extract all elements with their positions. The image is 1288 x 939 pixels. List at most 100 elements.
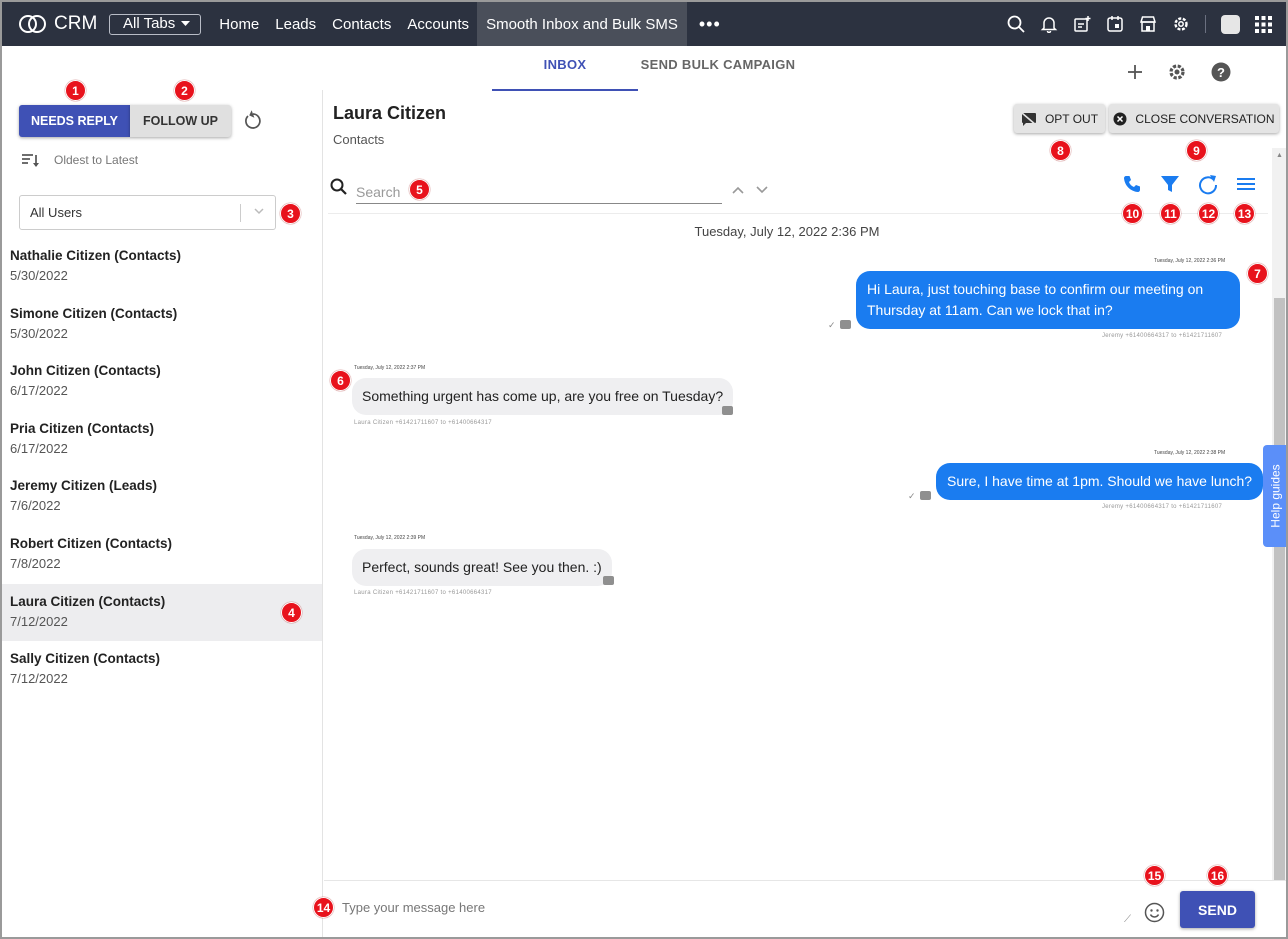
reset-icon[interactable] xyxy=(244,110,262,130)
follow-up-button[interactable]: FOLLOW UP xyxy=(130,105,231,137)
logo-text: CRM xyxy=(54,13,98,34)
bell-icon[interactable] xyxy=(1040,15,1058,33)
phone-icon[interactable] xyxy=(1120,172,1143,195)
opt-out-label: OPT OUT xyxy=(1044,111,1099,126)
more-tabs-icon[interactable]: ••• xyxy=(699,14,721,35)
settings-icon[interactable] xyxy=(1172,15,1190,33)
nav-right-icons xyxy=(1007,2,1272,46)
conversation-list: Nathalie Citizen (Contacts) 5/30/2022 Sim… xyxy=(2,238,322,699)
list-item[interactable]: Sally Citizen (Contacts) 7/12/2022 xyxy=(2,641,322,699)
conversation-date: 5/30/2022 xyxy=(10,325,68,341)
annotation-badge: 14 xyxy=(313,897,334,918)
plus-icon[interactable] xyxy=(1127,64,1143,80)
resize-handle-icon[interactable]: ⟋ xyxy=(1124,914,1131,925)
needs-reply-button[interactable]: NEEDS REPLY xyxy=(19,105,130,137)
gear-icon[interactable] xyxy=(1167,62,1187,82)
nav-contacts[interactable]: Contacts xyxy=(324,2,399,46)
opt-out-button[interactable]: OPT OUT xyxy=(1014,104,1105,133)
conversation-name: Sally Citizen (Contacts) xyxy=(10,651,161,667)
crm-logo-icon xyxy=(19,15,46,33)
check-icon: ✓ xyxy=(828,320,836,330)
sort-control[interactable]: Oldest to Latest xyxy=(22,153,138,167)
conversation-date: 5/30/2022 xyxy=(10,268,68,283)
apps-grid-icon[interactable] xyxy=(1255,15,1272,33)
refresh-icon[interactable] xyxy=(1196,172,1219,195)
annotation-badge: 13 xyxy=(1234,203,1255,224)
annotation-badge: 12 xyxy=(1198,203,1219,224)
message-meta: Jeremy +61400664317 to +61421711607 xyxy=(1102,504,1223,510)
annotation-badge: 4 xyxy=(281,602,302,623)
marketplace-icon[interactable] xyxy=(1139,15,1157,33)
list-item[interactable]: Jeremy Citizen (Leads) 7/6/2022 xyxy=(2,468,322,526)
annotation-badge: 9 xyxy=(1186,140,1207,161)
sms-icon xyxy=(840,320,851,329)
nav-leads[interactable]: Leads xyxy=(267,2,324,46)
chevron-up-icon[interactable] xyxy=(732,186,744,194)
conversation-date: 7/6/2022 xyxy=(10,498,61,514)
all-tabs-dropdown[interactable]: All Tabs xyxy=(109,13,202,35)
annotation-badge: 16 xyxy=(1207,865,1228,886)
add-record-icon[interactable] xyxy=(1073,15,1091,33)
message-timestamp: Tuesday, July 12, 2022 2:39 PM xyxy=(354,535,426,541)
close-conversation-button[interactable]: CLOSE CONVERSATION xyxy=(1109,104,1279,133)
calendar-icon[interactable] xyxy=(1106,15,1124,33)
annotation-badge: 6 xyxy=(330,370,351,391)
user-filter-value: All Users xyxy=(30,205,83,220)
help-guides-tab[interactable]: Help guides xyxy=(1263,445,1286,547)
chevron-down-icon xyxy=(254,208,264,215)
tab-send-bulk-campaign[interactable]: SEND BULK CAMPAIGN xyxy=(638,57,798,91)
list-item-selected[interactable]: Laura Citizen (Contacts) 7/12/2022 xyxy=(2,583,322,642)
tab-inbox[interactable]: INBOX xyxy=(492,57,638,91)
nav-smooth-inbox[interactable]: Smooth Inbox and Bulk SMS xyxy=(477,2,687,46)
message-composer: ⟋ SEND xyxy=(324,880,1286,937)
nav-accounts[interactable]: Accounts xyxy=(399,2,477,46)
emoji-icon[interactable] xyxy=(1144,902,1165,923)
list-item[interactable]: Simone Citizen (Contacts) 5/30/2022 xyxy=(2,296,322,354)
search-icon xyxy=(330,178,347,195)
close-conversation-label: CLOSE CONVERSATION xyxy=(1135,111,1275,126)
outgoing-message: Sure, I have time at 1pm. Should we have… xyxy=(936,463,1264,500)
conversation-name: Jeremy Citizen (Leads) xyxy=(10,478,158,494)
annotation-badge: 8 xyxy=(1050,140,1071,161)
no-message-icon xyxy=(1021,111,1037,126)
outgoing-message: Hi Laura, just touching base to confirm … xyxy=(856,271,1240,329)
sort-label: Oldest to Latest xyxy=(54,153,139,167)
nav-home[interactable]: Home xyxy=(211,2,267,46)
menu-icon[interactable] xyxy=(1234,172,1257,195)
annotation-badge: 10 xyxy=(1122,203,1143,224)
annotation-badge: 3 xyxy=(280,203,301,224)
search-icon[interactable] xyxy=(1007,15,1025,33)
conversation-name: Nathalie Citizen (Contacts) xyxy=(10,248,182,263)
list-item[interactable]: John Citizen (Contacts) 6/17/2022 xyxy=(2,353,322,411)
message-timestamp: Tuesday, July 12, 2022 2:36 PM xyxy=(1154,258,1226,264)
annotation-badge: 2 xyxy=(174,80,195,101)
conversation-date: 7/8/2022 xyxy=(10,555,61,571)
annotation-badge: 11 xyxy=(1160,203,1181,224)
list-item[interactable]: Nathalie Citizen (Contacts) 5/30/2022 xyxy=(2,238,322,296)
view-tabs: INBOX SEND BULK CAMPAIGN xyxy=(492,57,798,91)
incoming-message: Perfect, sounds great! See you then. :) xyxy=(352,549,612,586)
scrollbar-thumb[interactable] xyxy=(1274,298,1285,880)
conversation-date: 7/12/2022 xyxy=(10,671,68,687)
annotation-badge: 7 xyxy=(1247,263,1268,284)
contact-name: Laura Citizen xyxy=(333,103,447,123)
scroll-up-icon[interactable]: ▲ xyxy=(1276,152,1283,159)
send-button[interactable]: SEND xyxy=(1180,891,1255,928)
conversation-date: 7/12/2022 xyxy=(10,613,68,629)
help-icon[interactable]: ? xyxy=(1211,62,1231,82)
app-window: CRM All Tabs Home Leads Contacts Account… xyxy=(0,0,1288,939)
sms-icon xyxy=(603,576,614,585)
list-item[interactable]: Robert Citizen (Contacts) 7/8/2022 xyxy=(2,526,322,584)
help-guides-label: Help guides xyxy=(1269,464,1283,528)
list-item[interactable]: Pria Citizen (Contacts) 6/17/2022 xyxy=(2,411,322,469)
crm-logo[interactable]: CRM xyxy=(18,13,106,35)
chevron-down-icon[interactable] xyxy=(756,186,768,194)
caret-down-icon xyxy=(181,20,191,26)
user-avatar[interactable] xyxy=(1221,14,1240,34)
message-input[interactable] xyxy=(342,900,742,915)
svg-text:?: ? xyxy=(1217,65,1225,80)
annotation-badge: 15 xyxy=(1144,865,1165,886)
day-header: Tuesday, July 12, 2022 2:36 PM xyxy=(694,224,880,239)
filter-icon[interactable] xyxy=(1158,172,1181,195)
user-filter-select[interactable]: All Users xyxy=(19,195,276,230)
